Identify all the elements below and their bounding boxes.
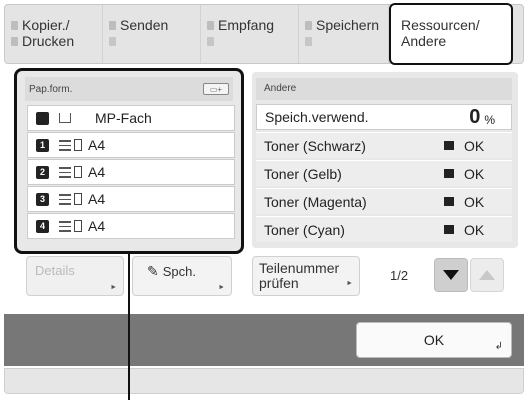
paper-sheet-icon xyxy=(74,193,82,205)
tray-number-icon: 4 xyxy=(36,219,49,233)
paper-stack-icon xyxy=(59,220,71,232)
memory-usage-unit: % xyxy=(484,113,495,127)
tray-number-icon: 2 xyxy=(36,165,49,179)
paper-row-mp-tray[interactable]: MP-Fach xyxy=(27,105,235,131)
paper-row-tray-4[interactable]: 4 A4 xyxy=(27,213,235,239)
details-button[interactable]: Details ► xyxy=(26,256,124,296)
toner-status-icon xyxy=(444,169,454,178)
toner-status-icon xyxy=(444,225,454,234)
tray-number-icon: 3 xyxy=(36,192,49,206)
tab-bar: Kopier./ Drucken Senden Empfang Speicher… xyxy=(4,3,524,65)
toner-row-cyan: Toner (Cyan) OK xyxy=(256,216,512,242)
check-part-number-button[interactable]: Teilenummer prüfen ► xyxy=(252,256,360,296)
tab-label: Kopier./ xyxy=(22,17,70,33)
paper-stack-icon xyxy=(59,166,71,178)
check-part-number-label: Teilenummer xyxy=(259,260,340,276)
page-down-button[interactable] xyxy=(434,258,468,292)
ok-button-label: OK xyxy=(423,332,445,348)
page-up-button[interactable] xyxy=(470,258,504,292)
toner-status: OK xyxy=(464,221,485,238)
toner-label: Toner (Cyan) xyxy=(264,221,345,238)
page-indicator: 1/2 xyxy=(390,268,409,283)
tab-indicator-icon xyxy=(11,37,18,46)
paper-size-label: A4 xyxy=(88,164,106,180)
toner-status: OK xyxy=(464,193,485,210)
paper-size-label: A4 xyxy=(88,218,106,234)
down-arrow-icon xyxy=(443,270,459,280)
paper-row-tray-1[interactable]: 1 A4 xyxy=(27,132,235,158)
up-arrow-icon xyxy=(479,270,495,280)
paper-row-tray-3[interactable]: 3 A4 xyxy=(27,186,235,212)
check-part-number-label: prüfen xyxy=(259,275,299,291)
tab-indicator-icon xyxy=(11,21,18,30)
toner-row-black: Toner (Schwarz) OK xyxy=(256,132,512,158)
ok-button[interactable]: OK ↲ xyxy=(356,322,512,358)
tab-copy-print[interactable]: Kopier./ Drucken xyxy=(5,5,103,63)
toner-status: OK xyxy=(464,165,485,182)
corner-arrow-icon: ► xyxy=(110,284,117,291)
tab-indicator-icon xyxy=(109,21,116,30)
tray-number-icon: 1 xyxy=(36,138,49,152)
tab-indicator-icon xyxy=(305,37,312,46)
toner-label: Toner (Magenta) xyxy=(264,193,367,210)
toner-row-yellow: Toner (Gelb) OK xyxy=(256,160,512,186)
corner-arrow-icon: ► xyxy=(346,280,353,287)
toner-label: Toner (Schwarz) xyxy=(264,137,366,154)
tab-label: Drucken xyxy=(22,33,75,49)
paper-source-panel: Pap.form. ▭+ MP-Fach 1 A4 2 A4 3 A4 4 A4 xyxy=(14,68,244,254)
toner-status-icon xyxy=(444,141,454,150)
other-resources-panel: Andere Speich.verwend. 0 % Toner (Schwar… xyxy=(252,72,518,248)
paper-header: Pap.form. ▭+ xyxy=(25,77,233,101)
paper-stack-icon xyxy=(59,193,71,205)
paper-settings-icon[interactable]: ▭+ xyxy=(203,83,229,95)
tab-label: Ressourcen/ xyxy=(401,17,480,33)
tab-receive[interactable]: Empfang xyxy=(201,5,299,63)
tab-indicator-icon xyxy=(207,37,214,46)
tab-store[interactable]: Speichern xyxy=(299,5,389,63)
corner-arrow-icon: ► xyxy=(218,284,225,291)
toner-status-icon xyxy=(444,197,454,206)
toner-label: Toner (Gelb) xyxy=(264,165,342,182)
tray-number-icon xyxy=(36,111,49,125)
save-button-label: Spch. xyxy=(162,264,196,279)
tab-send[interactable]: Senden xyxy=(103,5,201,63)
tab-indicator-icon xyxy=(109,37,116,46)
save-button[interactable]: ✎ Spch. ► xyxy=(132,256,232,296)
paper-sheet-icon xyxy=(74,220,82,232)
return-icon: ↲ xyxy=(494,341,503,352)
tab-label: Empfang xyxy=(218,17,275,33)
paper-size-label: A4 xyxy=(88,137,106,153)
pen-icon: ✎ xyxy=(147,263,159,279)
callout-line xyxy=(128,254,130,400)
memory-usage-label: Speich.verwend. xyxy=(265,109,369,125)
mp-tray-icon xyxy=(59,113,71,123)
memory-usage-row: Speich.verwend. 0 % xyxy=(256,104,512,130)
paper-sheet-icon xyxy=(74,166,82,178)
printer-status-screen: Kopier./ Drucken Senden Empfang Speicher… xyxy=(0,0,528,400)
other-header: Andere xyxy=(256,78,512,100)
toner-status: OK xyxy=(464,137,485,154)
tab-resources-other[interactable]: Ressourcen/ Andere xyxy=(389,3,513,65)
paper-stack-icon xyxy=(59,139,71,151)
paper-header-label: Pap.form. xyxy=(29,83,73,95)
tab-label: Senden xyxy=(120,17,169,33)
tab-indicator-icon xyxy=(305,21,312,30)
paper-row-tray-2[interactable]: 2 A4 xyxy=(27,159,235,185)
paper-sheet-icon xyxy=(74,139,82,151)
paper-size-label: MP-Fach xyxy=(95,110,152,126)
tab-label: Speichern xyxy=(316,17,380,33)
toner-row-magenta: Toner (Magenta) OK xyxy=(256,188,512,214)
status-strip xyxy=(4,368,524,394)
tab-label: Andere xyxy=(401,33,447,49)
details-button-label: Details xyxy=(35,263,75,278)
memory-usage-value: 0 xyxy=(469,105,481,128)
paper-size-label: A4 xyxy=(88,191,106,207)
tab-indicator-icon xyxy=(207,21,214,30)
